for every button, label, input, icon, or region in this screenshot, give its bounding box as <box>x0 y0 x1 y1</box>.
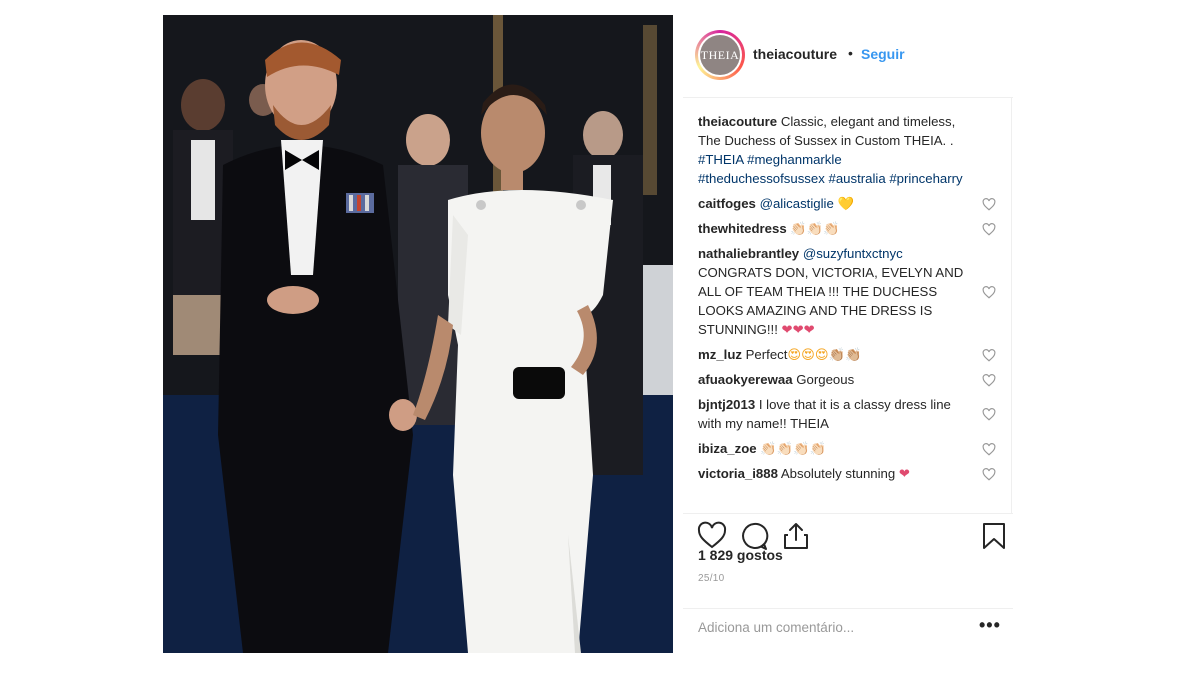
bookmark-icon[interactable] <box>979 521 1009 551</box>
comment-mention[interactable]: @suzyfuntxctnyc <box>803 246 903 261</box>
follow-button[interactable]: Seguir <box>861 46 905 62</box>
footer-divider <box>683 608 1013 609</box>
comment-mention[interactable]: @alicastiglie <box>760 196 834 211</box>
post-sidebar: THEIA theiacouture • Seguir theiacouture… <box>683 15 1013 653</box>
comment-username[interactable]: mz_luz <box>698 347 742 362</box>
comment-emoji: ❤❤❤ <box>781 322 815 337</box>
header-divider <box>683 97 1013 98</box>
caption-hashtags[interactable]: #THEIA #meghanmarkle #theduchessofsussex… <box>698 152 963 186</box>
action-bar <box>695 508 1009 551</box>
comment-emoji: 👏🏻👏🏻👏🏻👏🏻 <box>760 441 826 456</box>
comment-like-heart-icon[interactable] <box>982 197 996 211</box>
comment-emoji: 👏🏻👏🏻👏🏻 <box>790 221 840 236</box>
comment-item: bjntj2013 I love that it is a classy dre… <box>698 395 998 433</box>
comment-item: nathaliebrantley @suzyfuntxctnyc CONGRAT… <box>698 244 998 339</box>
photo-illustration <box>163 15 673 653</box>
comment-like-heart-icon[interactable] <box>982 373 996 387</box>
more-options-icon[interactable]: ••• <box>979 615 1001 636</box>
avatar-logo: THEIA <box>700 35 740 75</box>
comment-text: Perfect <box>745 347 788 362</box>
post-date: 25/10 <box>698 573 725 584</box>
comment-item: mz_luz Perfect😍😍😍👏🏼👏🏼 <box>698 345 998 364</box>
comment-username[interactable]: thewhitedress <box>698 221 787 236</box>
comment-username[interactable]: afuaokyerewaa <box>698 372 793 387</box>
comment-like-heart-icon[interactable] <box>982 285 996 299</box>
comment-like-heart-icon[interactable] <box>982 442 996 456</box>
comment-like-heart-icon[interactable] <box>982 467 996 481</box>
comment-username[interactable]: bjntj2013 <box>698 397 755 412</box>
comment-emoji: ❤ <box>898 466 910 481</box>
comments-list[interactable]: theiacouture Classic, elegant and timele… <box>698 112 998 514</box>
comment-item: afuaokyerewaa Gorgeous <box>698 370 998 389</box>
likes-count[interactable]: 1 829 gostos <box>698 547 783 563</box>
separator-dot: • <box>848 45 853 61</box>
caption-username[interactable]: theiacouture <box>698 114 777 129</box>
comment-item: thewhitedress 👏🏻👏🏻👏🏻 <box>698 219 998 238</box>
comment-emoji: 😍😍😍👏🏼👏🏼 <box>787 347 862 362</box>
comment-text: Absolutely stunning <box>780 466 896 481</box>
post-header: THEIA theiacouture • Seguir <box>683 15 1013 95</box>
post-username[interactable]: theiacouture <box>753 46 837 62</box>
comment-text: CONGRATS DON, VICTORIA, EVELYN AND ALL O… <box>698 265 964 337</box>
comment-like-heart-icon[interactable] <box>982 348 996 362</box>
comment-like-heart-icon[interactable] <box>982 408 996 421</box>
comment-username[interactable]: caitfoges <box>698 196 756 211</box>
share-icon[interactable] <box>781 521 811 551</box>
comment-username[interactable]: nathaliebrantley <box>698 246 799 261</box>
comment-like-heart-icon[interactable] <box>982 222 996 236</box>
comment-text: Gorgeous <box>796 372 855 387</box>
post-photo[interactable] <box>163 15 673 653</box>
add-comment-input[interactable] <box>698 617 968 637</box>
comment-item: caitfoges @alicastiglie 💛 <box>698 194 998 213</box>
comment-username[interactable]: ibiza_zoe <box>698 441 757 456</box>
comment-item: victoria_i888 Absolutely stunning ❤ <box>698 464 998 483</box>
comment-item: ibiza_zoe 👏🏻👏🏻👏🏻👏🏻 <box>698 439 998 458</box>
comment-username[interactable]: victoria_i888 <box>698 466 778 481</box>
comments-scrollbar[interactable] <box>1011 98 1012 513</box>
comment-emoji: 💛 <box>837 196 854 211</box>
avatar[interactable]: THEIA <box>695 30 745 80</box>
caption: theiacouture Classic, elegant and timele… <box>698 112 998 188</box>
